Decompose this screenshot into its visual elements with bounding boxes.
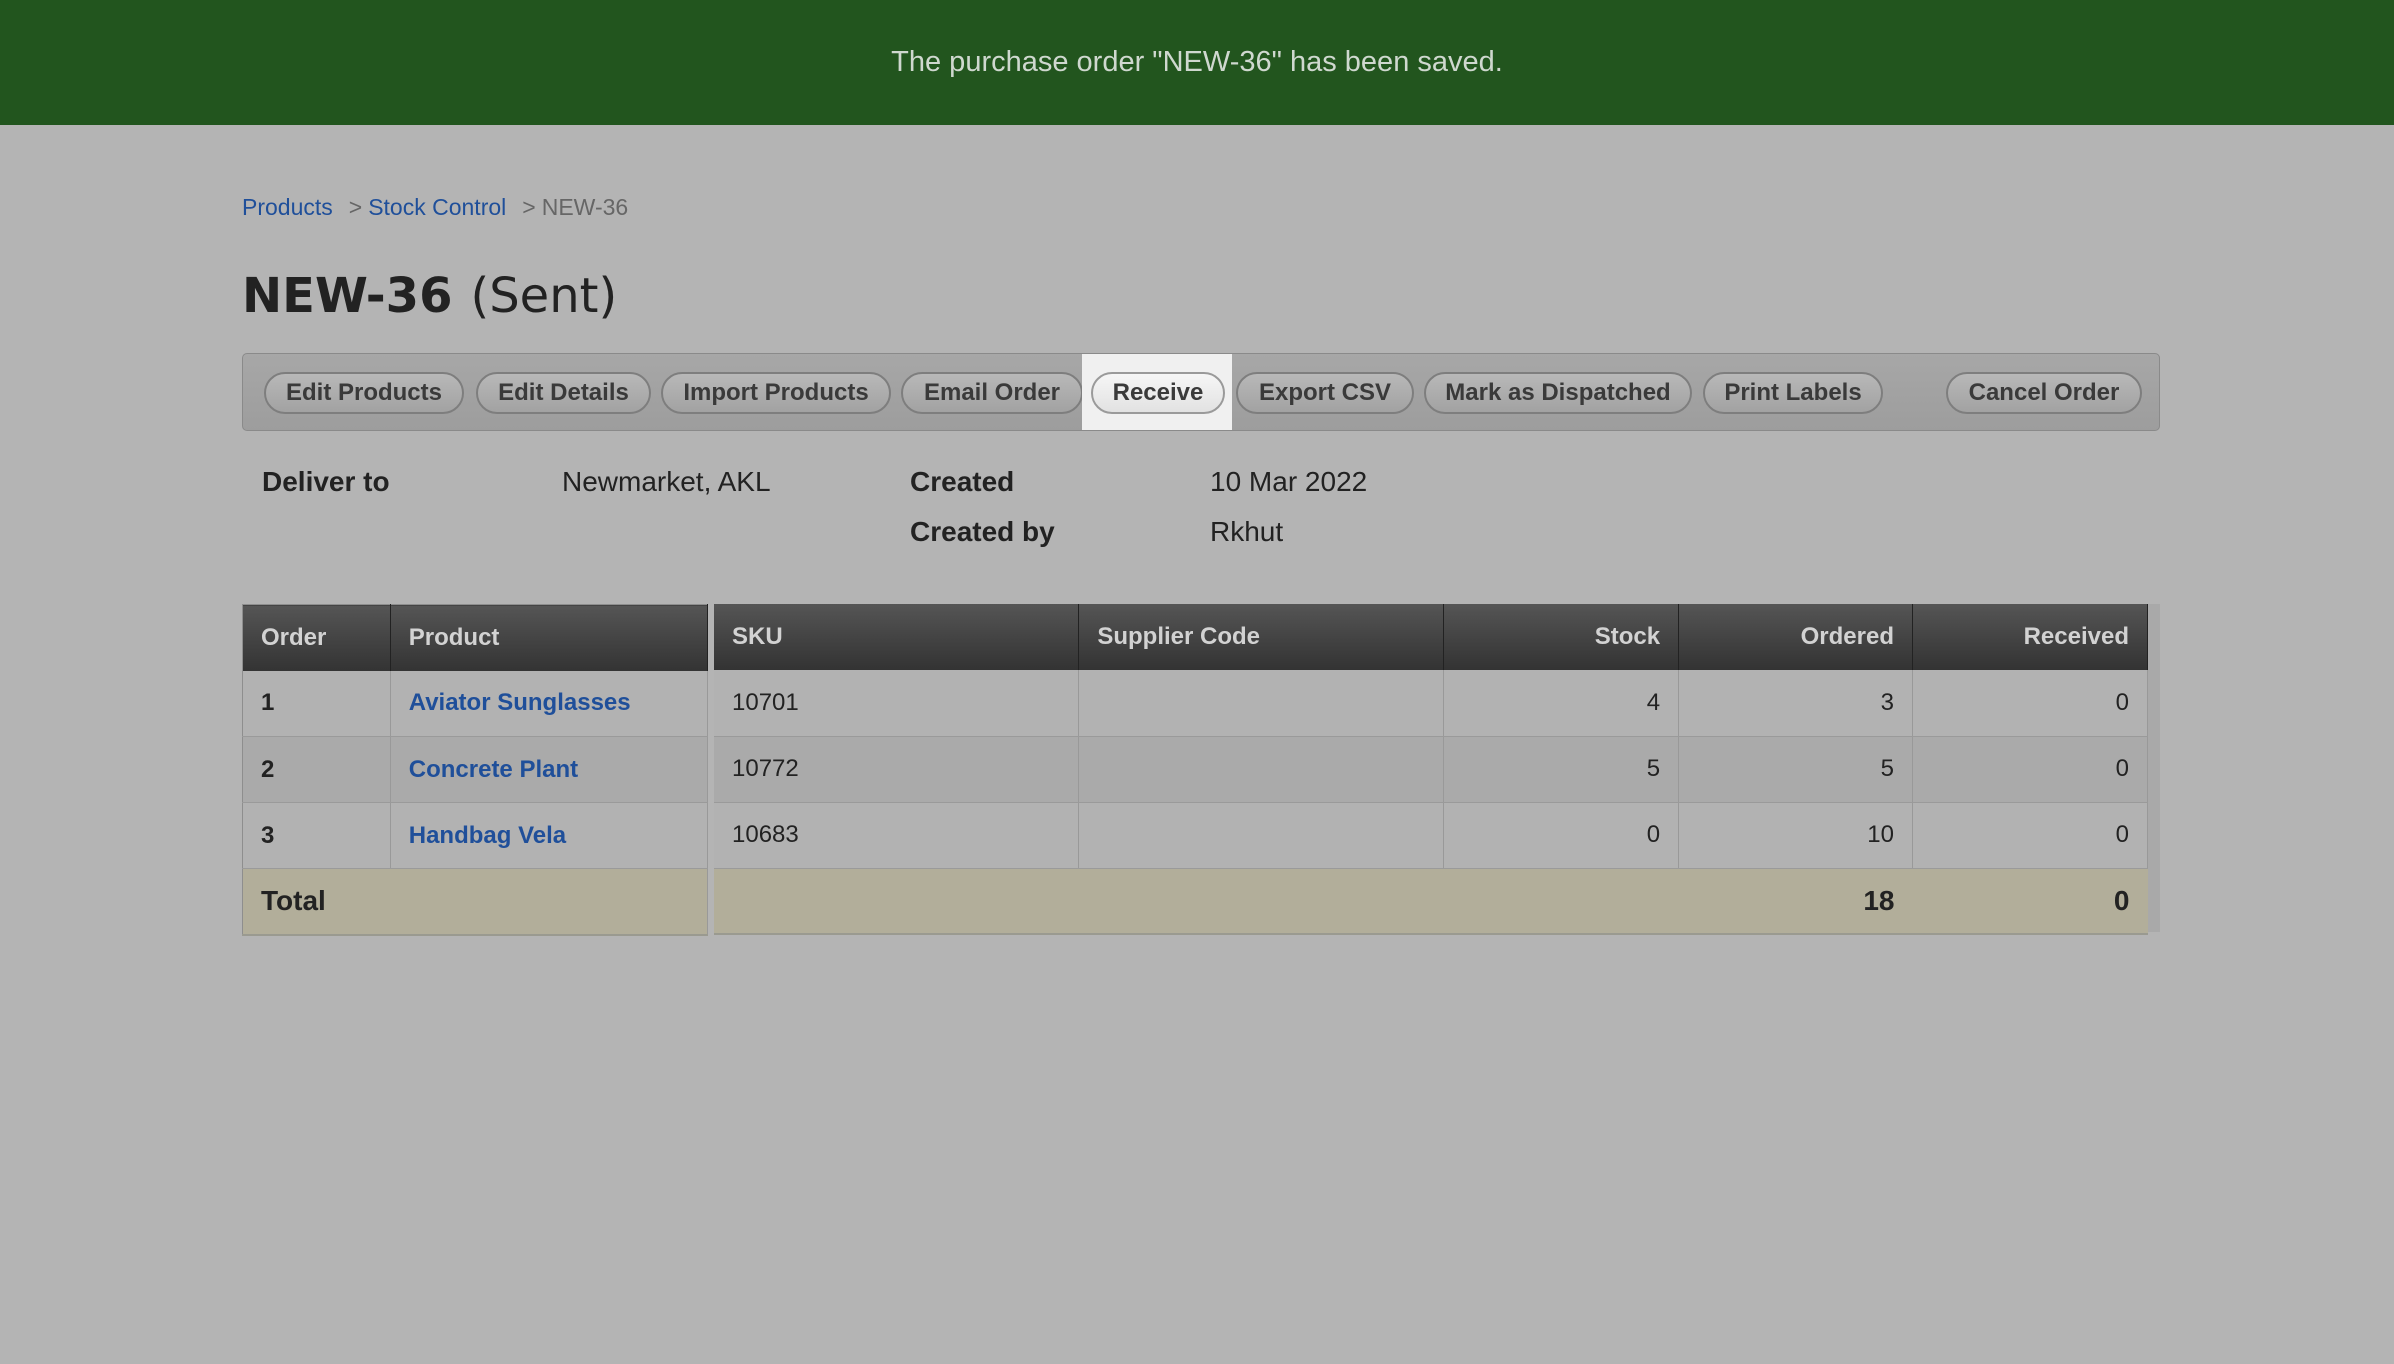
column-header-product[interactable]: Product <box>390 604 709 671</box>
receive-button[interactable]: Receive <box>1091 372 1225 414</box>
mark-as-dispatched-button[interactable]: Mark as Dispatched <box>1424 372 1692 414</box>
edit-products-button[interactable]: Edit Products <box>264 372 464 414</box>
sku-cell: 10772 <box>714 736 1080 803</box>
breadcrumb-stock-control-link[interactable]: Stock Control <box>368 194 506 221</box>
created-by-label: Created by <box>910 516 1055 548</box>
total-row: Total <box>242 868 708 936</box>
product-cell: Concrete Plant <box>390 736 709 803</box>
total-spacer <box>714 868 1679 935</box>
import-products-button[interactable]: Import Products <box>661 372 891 414</box>
success-banner: The purchase order "NEW-36" has been sav… <box>0 0 2394 125</box>
order-status: (Sent) <box>470 268 618 324</box>
stock-cell: 0 <box>1443 802 1680 869</box>
table-row: 3 Handbag Vela <box>242 802 709 869</box>
order-cell: 1 <box>242 670 391 737</box>
created-value-text: 10 Mar 2022 <box>1210 466 1368 497</box>
supplier-code-cell <box>1078 736 1445 803</box>
deliver-to-label: Deliver to <box>262 466 390 498</box>
supplier-code-cell <box>1078 802 1445 869</box>
export-csv-button[interactable]: Export CSV <box>1236 372 1414 414</box>
product-cell: Handbag Vela <box>390 802 709 869</box>
banner-message: The purchase order "NEW-36" has been sav… <box>891 46 1503 78</box>
created-value: 10 Mar 2022 <box>1210 466 1367 498</box>
total-received: 0 <box>1912 868 2148 935</box>
product-cell: Aviator Sunglasses <box>390 670 709 737</box>
created-by-label-text: Created by <box>910 516 1055 547</box>
table-row: 1 Aviator Sunglasses <box>242 670 709 737</box>
breadcrumb-separator: > <box>522 194 536 220</box>
column-header-ordered[interactable]: Ordered <box>1678 604 1913 670</box>
column-header-stock[interactable]: Stock <box>1443 604 1680 670</box>
stock-cell: 5 <box>1443 736 1680 803</box>
ordered-cell: 5 <box>1678 736 1913 803</box>
page-title: NEW-36 (Sent) <box>242 268 617 324</box>
received-cell: 0 <box>1912 802 2148 869</box>
breadcrumb: Products > Stock Control > NEW-36 <box>242 194 628 221</box>
table-scroll-edge <box>2148 604 2160 932</box>
column-header-received[interactable]: Received <box>1912 604 2148 670</box>
deliver-to-value-text: Newmarket, AKL <box>562 466 771 497</box>
email-order-button[interactable]: Email Order <box>901 372 1083 414</box>
table-header-row: SKU Supplier Code Stock Ordered Received <box>714 604 2148 670</box>
table-header-row: Order Product <box>242 604 709 671</box>
received-cell: 0 <box>1912 736 2148 803</box>
order-cell: 2 <box>242 736 391 803</box>
column-header-supplier-code[interactable]: Supplier Code <box>1078 604 1445 670</box>
order-cell: 3 <box>242 802 391 869</box>
created-label-text: Created <box>910 466 1015 497</box>
print-labels-button[interactable]: Print Labels <box>1703 372 1883 414</box>
ordered-cell: 10 <box>1678 802 1913 869</box>
sku-cell: 10683 <box>714 802 1080 869</box>
breadcrumb-current: NEW-36 <box>541 194 629 220</box>
created-by-value-text: Rkhut <box>1210 516 1284 547</box>
product-link[interactable]: Aviator Sunglasses <box>409 689 631 716</box>
column-header-sku[interactable]: SKU <box>714 604 1080 670</box>
ordered-cell: 3 <box>1678 670 1913 737</box>
action-toolbar: Edit Products Edit Details Import Produc… <box>242 353 2160 431</box>
total-ordered: 18 <box>1678 868 1913 935</box>
order-number: NEW-36 <box>242 268 453 324</box>
total-row: 18 0 <box>714 868 2148 935</box>
breadcrumb-products-link[interactable]: Products <box>242 194 333 221</box>
table-row: 10701 4 3 0 <box>714 670 2148 737</box>
breadcrumb-separator: > <box>348 194 363 220</box>
stock-cell: 4 <box>1443 670 1680 737</box>
table-row: 2 Concrete Plant <box>242 736 709 803</box>
sku-cell: 10701 <box>714 670 1080 737</box>
product-link[interactable]: Concrete Plant <box>409 756 578 783</box>
deliver-to-value: Newmarket, AKL <box>562 466 771 498</box>
product-link[interactable]: Handbag Vela <box>409 822 566 849</box>
total-label: Total <box>242 868 708 936</box>
edit-details-button[interactable]: Edit Details <box>476 372 651 414</box>
column-header-order[interactable]: Order <box>242 604 391 671</box>
order-details-table: SKU Supplier Code Stock Ordered Received… <box>714 604 2148 935</box>
deliver-to-label-text: Deliver to <box>262 466 390 497</box>
supplier-code-cell <box>1078 670 1445 737</box>
table-row: 10683 0 10 0 <box>714 802 2148 869</box>
created-label: Created <box>910 466 1014 498</box>
table-row: 10772 5 5 0 <box>714 736 2148 803</box>
cancel-order-button[interactable]: Cancel Order <box>1946 372 2142 414</box>
received-cell: 0 <box>1912 670 2148 737</box>
order-products-table: Order Product 1 Aviator Sunglasses 2 Con… <box>242 604 709 936</box>
created-by-value: Rkhut <box>1210 516 1283 548</box>
